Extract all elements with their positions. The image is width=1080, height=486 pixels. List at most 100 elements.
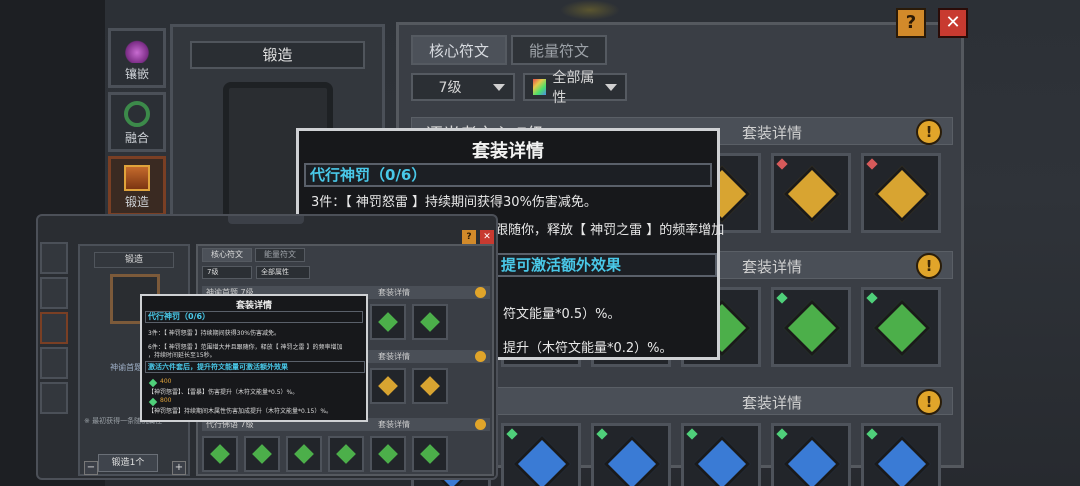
green-rune-icon bbox=[378, 312, 398, 332]
blue-rune-icon bbox=[603, 435, 661, 486]
set-detail-link[interactable]: 套装详情 bbox=[378, 418, 410, 431]
info-icon[interactable]: ! bbox=[916, 119, 942, 145]
rune-slot-row bbox=[202, 436, 448, 472]
help-button[interactable]: ? bbox=[896, 8, 926, 38]
blue-rune-icon bbox=[873, 435, 931, 486]
green-rune-icon bbox=[210, 444, 230, 464]
info-icon[interactable] bbox=[475, 419, 486, 430]
tab-bar: 核心符文 能量符文 bbox=[411, 35, 607, 65]
tooltip-effect-2: 提升（木符文能量*0.2）%。 bbox=[503, 341, 673, 356]
rune-slot[interactable] bbox=[412, 304, 448, 340]
tooltip-3-piece-effect: 3件：【 神罚怒雷 】持续期间获得30%伤害减免。 bbox=[311, 195, 597, 210]
green-rune-icon bbox=[252, 444, 272, 464]
tab-core-rune[interactable]: 核心符文 bbox=[202, 248, 252, 262]
chevron-down-icon bbox=[605, 83, 617, 91]
level-dropdown-value: 7级 bbox=[438, 80, 462, 96]
green-rune-icon bbox=[783, 299, 841, 357]
nav-label: 锻造 bbox=[124, 195, 149, 209]
close-button[interactable]: ✕ bbox=[480, 230, 494, 244]
info-icon[interactable]: ! bbox=[916, 253, 942, 279]
rune-slot[interactable] bbox=[501, 423, 581, 486]
forge-title: 锻造 bbox=[94, 252, 174, 268]
gold-rune-icon bbox=[378, 376, 398, 396]
gold-rune-icon bbox=[873, 165, 931, 223]
nav-item[interactable] bbox=[40, 382, 68, 414]
threshold-value: 800 bbox=[160, 397, 172, 404]
chest-icon bbox=[124, 165, 150, 191]
rune-slot[interactable] bbox=[681, 423, 761, 486]
blue-rune-icon bbox=[783, 435, 841, 486]
rune-slot[interactable] bbox=[861, 287, 941, 367]
tooltip-set-name: 代行神罚（0/6） bbox=[145, 311, 363, 323]
energy-gem-icon bbox=[148, 397, 158, 407]
forge-button[interactable]: 锻造1个 bbox=[98, 454, 158, 472]
green-rune-icon bbox=[294, 444, 314, 464]
attribute-dropdown[interactable]: 全部属性 bbox=[523, 70, 627, 106]
rune-slot[interactable] bbox=[244, 436, 280, 472]
help-button[interactable]: ? bbox=[462, 230, 476, 244]
nav-item-fuse[interactable]: 融合 bbox=[108, 92, 166, 152]
rarity-icon bbox=[866, 158, 878, 170]
ring-icon bbox=[124, 101, 150, 127]
level-dropdown[interactable]: 7级 bbox=[411, 73, 515, 101]
rune-slot[interactable] bbox=[328, 436, 364, 472]
rune-slot[interactable] bbox=[861, 153, 941, 233]
tooltip-effect-1: 符文能量*0.5）%。 bbox=[503, 307, 621, 322]
rune-slot[interactable] bbox=[286, 436, 322, 472]
tooltip-6-piece-effect: 跟随你，释放【 神罚之雷 】的频率增加 bbox=[495, 223, 725, 238]
nav-item-forge[interactable] bbox=[40, 312, 68, 344]
nav-item-inlay[interactable]: 镶嵌 bbox=[108, 28, 166, 88]
set-detail-link[interactable]: 套装详情 bbox=[742, 122, 802, 143]
close-button[interactable]: ✕ bbox=[938, 8, 968, 38]
plus-button[interactable]: + bbox=[172, 461, 186, 475]
set-detail-link[interactable]: 套装详情 bbox=[742, 392, 802, 413]
rarity-icon bbox=[596, 428, 608, 440]
minus-button[interactable]: − bbox=[84, 461, 98, 475]
set-detail-link[interactable]: 套装详情 bbox=[378, 350, 410, 363]
rune-slot[interactable] bbox=[861, 423, 941, 486]
attribute-dropdown[interactable]: 全部属性 bbox=[256, 266, 310, 279]
rune-slot[interactable] bbox=[771, 423, 851, 486]
set-detail-link[interactable]: 套装详情 bbox=[378, 286, 410, 299]
nav-item-forge[interactable]: 锻造 bbox=[108, 156, 166, 216]
nav-item[interactable] bbox=[40, 347, 68, 379]
threshold-value: 400 bbox=[160, 378, 172, 385]
rarity-icon bbox=[776, 292, 788, 304]
tab-core-rune[interactable]: 核心符文 bbox=[411, 35, 507, 65]
flask-icon bbox=[124, 37, 150, 63]
forge-title: 锻造 bbox=[190, 41, 365, 69]
tab-energy-rune[interactable]: 能量符文 bbox=[255, 248, 305, 262]
rune-slot[interactable] bbox=[771, 287, 851, 367]
info-icon[interactable] bbox=[475, 351, 486, 362]
tab-energy-rune[interactable]: 能量符文 bbox=[511, 35, 607, 65]
rune-slot[interactable] bbox=[370, 368, 406, 404]
tooltip-bonus-header: 激活六件套后，提升符文能量可激活额外效果 bbox=[145, 361, 365, 373]
rune-slot[interactable] bbox=[412, 436, 448, 472]
blue-rune-icon bbox=[693, 435, 751, 486]
tooltip-bonus-header: 提可激活额外效果 bbox=[495, 253, 717, 277]
nav-label: 镶嵌 bbox=[124, 67, 149, 81]
info-icon[interactable] bbox=[475, 287, 486, 298]
nav-item-inlay[interactable] bbox=[40, 242, 68, 274]
green-rune-icon bbox=[873, 299, 931, 357]
tooltip-effect-1: 【神罚怒雷】、【雷暴】伤害提升（木符文能量*0.5）%。 bbox=[148, 389, 299, 396]
green-rune-icon bbox=[336, 444, 356, 464]
rune-slot[interactable] bbox=[591, 423, 671, 486]
rune-slot[interactable] bbox=[370, 304, 406, 340]
rune-slot[interactable] bbox=[370, 436, 406, 472]
energy-gem-icon bbox=[148, 378, 158, 388]
set-detail-link[interactable]: 套装详情 bbox=[742, 256, 802, 277]
preview-notch bbox=[228, 216, 304, 224]
attribute-color-icon bbox=[533, 79, 547, 95]
filter-bar: 7级 全部属性 bbox=[411, 70, 627, 106]
level-dropdown[interactable]: 7级 bbox=[202, 266, 252, 279]
side-nav bbox=[40, 242, 70, 417]
rune-slot[interactable] bbox=[412, 368, 448, 404]
info-icon[interactable]: ! bbox=[916, 389, 942, 415]
nav-item-fuse[interactable] bbox=[40, 277, 68, 309]
rune-slot[interactable] bbox=[202, 436, 238, 472]
side-nav: 镶嵌 融合 锻造 bbox=[108, 28, 170, 220]
rune-slot[interactable] bbox=[771, 153, 851, 233]
green-rune-icon bbox=[420, 312, 440, 332]
gold-rune-icon bbox=[420, 376, 440, 396]
